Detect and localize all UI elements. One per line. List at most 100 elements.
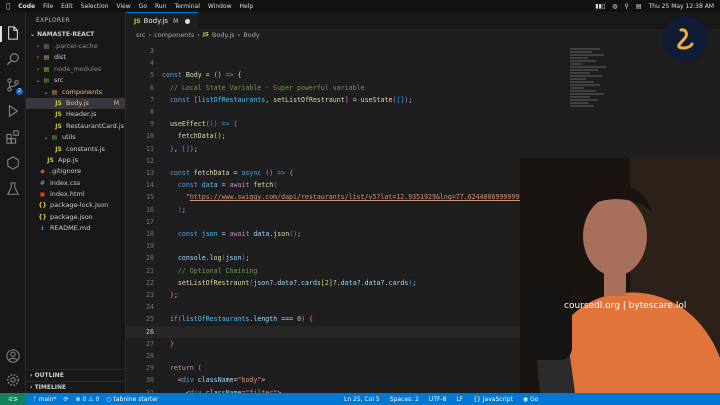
tab-modified-badge: M (173, 17, 179, 25)
js-file-icon: JS (202, 32, 209, 38)
json-file-icon: {} (38, 202, 47, 210)
go-live[interactable]: ◉ Go (523, 396, 538, 403)
scm-badge: 2 (15, 88, 23, 95)
menu-file[interactable]: File (43, 3, 53, 10)
active-indicator (0, 26, 2, 42)
tree-folder-dist[interactable]: › ▤ dist (26, 52, 125, 63)
tree-file-package-json[interactable]: {} package.json (26, 212, 125, 223)
markdown-file-icon: ℹ (41, 225, 44, 233)
git-file-icon: ◆ (40, 168, 45, 176)
breadcrumb-symbol[interactable]: Body (243, 29, 259, 41)
tree-label: dist (54, 53, 66, 62)
folder-open-icon: ▤ (51, 88, 58, 96)
tree-folder-src[interactable]: ⌄ ▤ src (26, 75, 125, 86)
tree-label: Header.js (66, 110, 97, 119)
menu-run[interactable]: Run (155, 3, 167, 10)
folder-open-icon: ▤ (51, 134, 58, 142)
line-ending[interactable]: LF (456, 396, 463, 403)
docker-icon[interactable] (6, 156, 20, 170)
activity-bar: 2 (0, 12, 26, 393)
code-line: 4 (150, 59, 154, 68)
modified-badge: M (113, 99, 119, 107)
tree-label: RestaurantCard.js (66, 121, 125, 130)
tree-file-body-js[interactable]: JS Body.js M (26, 97, 125, 110)
timeline-section[interactable]: › TIMELINE (26, 381, 126, 393)
tabnine-label: tabnine starter (113, 395, 159, 403)
git-branch[interactable]: ᛉ main* (33, 396, 57, 403)
problems-indicator[interactable]: ⊗ 0 ⚠ 0 (76, 396, 100, 403)
menu-help[interactable]: Help (240, 3, 254, 10)
wifi-icon[interactable]: ◍ (612, 3, 617, 10)
unsaved-dot-icon[interactable] (185, 18, 191, 24)
outline-section[interactable]: › OUTLINE (26, 369, 126, 381)
tree-file-app-js[interactable]: JS App.js (26, 155, 125, 166)
explorer-panel: EXPLORER ⌄ NAMASTE-REACT › ▤ .parcel-cache… (26, 12, 126, 393)
search-icon[interactable]: ⚲ (624, 3, 628, 10)
files-icon[interactable] (6, 26, 20, 40)
tree-label: src (54, 76, 64, 85)
remote-indicator-icon[interactable]: ⋜⋝ (0, 393, 26, 405)
tree-label: App.js (58, 155, 78, 164)
tree-folder-parcel-cache[interactable]: › ▤ .parcel-cache (26, 41, 125, 52)
cursor-position[interactable]: Ln 25, Col 5 (344, 396, 380, 403)
tab-bar: JS Body.js M (126, 12, 720, 29)
tree-folder-utils[interactable]: ⌄ ▤ utils (26, 132, 125, 143)
breadcrumb-file[interactable]: Body.js (212, 29, 235, 41)
encoding[interactable]: UTF-8 (429, 396, 447, 403)
breadcrumb-src[interactable]: src (136, 29, 146, 41)
control-center-icon[interactable]: ▤ (636, 3, 642, 10)
tree-folder-node-modules[interactable]: › ▤ node_modules (26, 64, 125, 75)
chevron-down-icon: ⌄ (43, 134, 49, 142)
error-count: 0 (82, 395, 87, 403)
tab-body-js[interactable]: JS Body.js M (126, 12, 199, 29)
sync-icon[interactable]: ⟳ (64, 396, 69, 403)
tree-file-header-js[interactable]: JS Header.js (26, 109, 125, 120)
breadcrumb-components[interactable]: components (154, 29, 194, 41)
menu-clock[interactable]: Thu 25 May 12:38 AM (648, 3, 714, 10)
menu-terminal[interactable]: Terminal (175, 3, 200, 10)
apple-icon[interactable]:  (6, 2, 10, 10)
battery-icon[interactable]: ▮▮▯ (595, 3, 605, 10)
extensions-icon[interactable] (6, 130, 20, 144)
testing-icon[interactable] (6, 182, 20, 196)
menu-edit[interactable]: Edit (61, 3, 73, 10)
tree-label: components (62, 87, 103, 96)
run-debug-icon[interactable] (6, 104, 20, 118)
tree-file-restaurantcard-js[interactable]: JS RestaurantCard.js (26, 121, 125, 132)
tree-file-package-lock-json[interactable]: {} package-lock.json (26, 200, 125, 211)
menu-go[interactable]: Go (139, 3, 147, 10)
indentation[interactable]: Spaces: 2 (390, 396, 419, 403)
code-line: 8 (150, 108, 154, 116)
tree-file-readme-md[interactable]: ℹ README.md (26, 223, 125, 234)
source-control-icon[interactable]: 2 (6, 78, 23, 95)
menu-selection[interactable]: Selection (81, 3, 109, 10)
tree-file-gitignore[interactable]: ◆ .gitignore (26, 166, 125, 177)
tree-file-index-html[interactable]: ▣ index.html (26, 189, 125, 200)
language-mode[interactable]: {} JavaScript (473, 396, 513, 403)
code-line: 10 fetchData(); (146, 132, 226, 141)
tree-label: index.html (50, 190, 85, 199)
tree-folder-components[interactable]: ⌄ ▤ components (26, 87, 125, 98)
code-line: 11 }, []); (146, 144, 198, 153)
tree-label: constants.js (66, 144, 105, 153)
code-line: 7 const [listOfRestaurants, setListOfRes… (150, 95, 413, 104)
tabnine-status[interactable]: ○ tabnine starter (106, 396, 158, 403)
menu-app[interactable]: Code (18, 3, 35, 10)
manage-gear-icon[interactable] (6, 373, 20, 387)
menu-view[interactable]: View (116, 3, 130, 10)
language-label: JavaScript (482, 395, 513, 403)
code-line: 3 (150, 48, 154, 55)
css-file-icon: # (39, 179, 46, 187)
account-icon[interactable] (6, 349, 20, 363)
tree-file-constants-js[interactable]: JS constants.js (26, 144, 125, 155)
js-file-icon: JS (134, 17, 141, 25)
channel-logo-icon (662, 16, 708, 62)
menu-status-area: ▮▮▯ ◍ ⚲ ▤ Thu 25 May 12:38 AM (595, 3, 714, 10)
warning-icon: ⚠ (88, 395, 96, 403)
search-icon[interactable] (6, 52, 20, 66)
menu-window[interactable]: Window (208, 3, 232, 10)
code-line: 6 // Local State Variable - Super powerf… (150, 83, 365, 92)
workspace-root[interactable]: ⌄ NAMASTE-REACT (26, 29, 125, 41)
tree-file-index-css[interactable]: # index.css (26, 178, 125, 189)
video-watermark: coursedl.org | bytescare.lol (564, 301, 687, 311)
